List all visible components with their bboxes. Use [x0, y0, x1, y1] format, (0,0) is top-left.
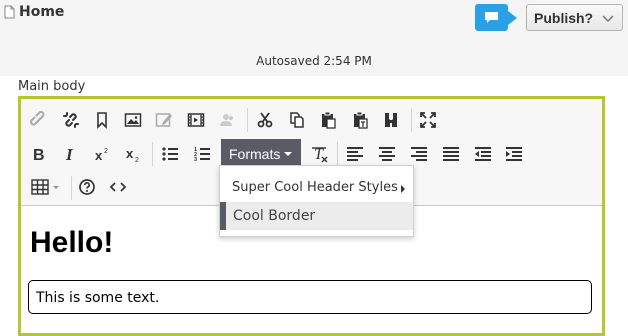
menu-item-super-cool-header-styles[interactable]: Super Cool Header Styles	[220, 172, 413, 202]
svg-text:I: I	[65, 145, 74, 163]
publish-button-label: Publish?	[534, 10, 594, 26]
formats-dropdown-button[interactable]: Formats	[221, 139, 301, 168]
submenu-arrow-icon	[401, 185, 405, 193]
menu-item-label: Cool Border	[233, 208, 316, 224]
autosave-status: Autosaved 2:54 PM	[256, 54, 372, 68]
comments-button[interactable]	[475, 4, 517, 31]
svg-text:B: B	[33, 147, 45, 163]
indent-icon[interactable]	[500, 141, 528, 167]
user-icon[interactable]	[213, 107, 241, 133]
formats-menu: Super Cool Header Styles Cool Border	[219, 165, 414, 237]
bold-icon[interactable]: B	[25, 141, 53, 167]
toolbar-separator	[152, 142, 153, 166]
top-bar: Home Publish? Autosaved 2:54 PM	[0, 0, 628, 76]
superscript-icon[interactable]: x2	[88, 141, 116, 167]
help-icon[interactable]	[73, 174, 101, 200]
field-label: Main body	[18, 79, 86, 94]
toolbar-separator	[71, 176, 72, 200]
table-icon[interactable]	[27, 174, 67, 200]
image-icon[interactable]	[119, 107, 147, 133]
menu-item-label: Super Cool Header Styles	[232, 180, 398, 195]
subscript-icon[interactable]: x2	[119, 141, 147, 167]
page-title: Home	[19, 4, 65, 20]
code-icon[interactable]	[104, 174, 132, 200]
align-center-icon[interactable]	[373, 141, 401, 167]
cut-icon[interactable]	[251, 107, 279, 133]
fullscreen-icon[interactable]	[414, 107, 442, 133]
unlink-icon[interactable]	[57, 107, 85, 133]
menu-item-cool-border[interactable]: Cool Border	[220, 202, 413, 230]
justify-icon[interactable]	[437, 141, 465, 167]
svg-text:x: x	[95, 148, 103, 163]
edit-image-icon[interactable]	[150, 107, 178, 133]
copy-icon[interactable]	[283, 107, 311, 133]
align-right-icon[interactable]	[405, 141, 433, 167]
bullet-list-icon[interactable]	[156, 141, 184, 167]
clear-formatting-icon[interactable]: T	[306, 141, 334, 167]
content-heading: Hello!	[30, 226, 114, 259]
find-icon[interactable]	[377, 107, 405, 133]
svg-text:3: 3	[194, 157, 197, 163]
numbered-list-icon[interactable]: 123	[188, 141, 216, 167]
chevron-down-icon	[602, 15, 614, 23]
formats-button-label: Formats	[229, 146, 281, 162]
bordered-paragraph: This is some text.	[28, 280, 592, 314]
bookmark-icon[interactable]	[88, 107, 116, 133]
chat-bubble-icon	[485, 12, 498, 23]
toolbar-separator	[247, 108, 248, 132]
paste-text-icon[interactable]	[346, 107, 374, 133]
caret-down-icon	[284, 152, 292, 156]
publish-button[interactable]: Publish?	[526, 4, 623, 31]
italic-icon[interactable]: I	[57, 141, 85, 167]
svg-text:2: 2	[135, 157, 139, 163]
outdent-icon[interactable]	[469, 141, 497, 167]
toolbar-separator	[337, 142, 338, 166]
page-icon	[4, 5, 15, 19]
align-left-icon[interactable]	[341, 141, 369, 167]
paste-icon[interactable]	[314, 107, 342, 133]
link-icon[interactable]	[25, 107, 53, 133]
media-icon[interactable]	[182, 107, 210, 133]
svg-text:2: 2	[104, 148, 108, 155]
svg-text:x: x	[126, 146, 134, 161]
toolbar-separator	[411, 108, 412, 132]
